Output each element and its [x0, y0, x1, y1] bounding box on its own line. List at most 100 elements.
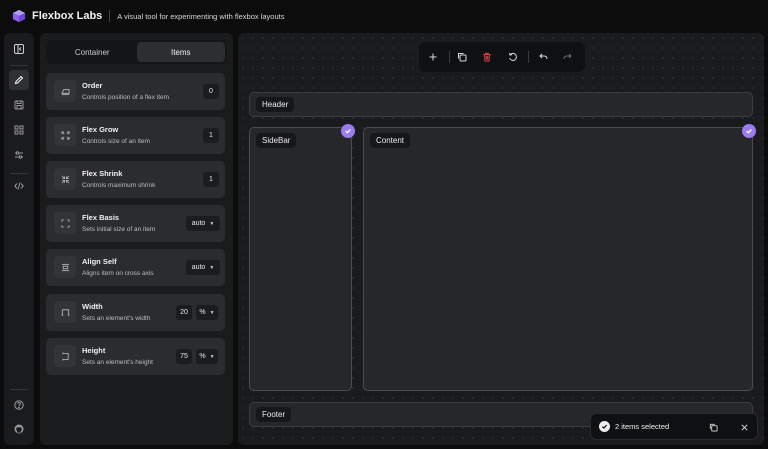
block-label-header: Header — [256, 97, 295, 112]
close-toast-button[interactable] — [738, 421, 750, 433]
check-circle-icon — [599, 421, 610, 432]
reset-button[interactable] — [505, 49, 521, 65]
app-subtitle: A visual tool for experimenting with fle… — [117, 11, 285, 21]
panel-toggle-button[interactable] — [9, 39, 29, 59]
tab-container[interactable]: Container — [48, 42, 137, 62]
property-description: Sets initial size of an item — [82, 226, 156, 233]
property-title: Flex Basis — [82, 213, 120, 222]
select-value: auto — [191, 220, 206, 227]
rail-divider — [10, 173, 28, 174]
height-input[interactable]: 75 — [176, 349, 192, 364]
block-label-sidebar: SideBar — [256, 133, 297, 148]
pencil-icon — [14, 75, 24, 85]
order-input[interactable]: 0 — [203, 84, 219, 99]
delete-icon — [483, 52, 491, 62]
duplicate-button[interactable] — [454, 49, 470, 65]
property-title: Width — [82, 302, 103, 311]
content-block[interactable]: Content — [363, 127, 753, 391]
flex-shrink-input[interactable]: 1 — [203, 172, 219, 187]
property-title: Align Self — [82, 257, 117, 266]
property-description: Controls size of an item — [82, 138, 150, 145]
height-unit-select[interactable]: % ▼ — [196, 349, 218, 364]
flex-grow-input[interactable]: 1 — [203, 128, 219, 143]
order-icon — [54, 80, 76, 102]
rail-divider — [10, 389, 28, 390]
top-bar: Flexbox Labs A visual tool for experimen… — [0, 0, 768, 32]
property-description: Aligns item on cross axis — [82, 270, 154, 277]
property-flex-shrink: Flex Shrink Controls maximum shrink 1 — [46, 161, 225, 198]
sidebar-block[interactable]: SideBar — [249, 127, 352, 391]
grid-icon — [14, 125, 24, 135]
duplicate-icon — [709, 423, 718, 432]
toolbar-divider — [449, 51, 450, 63]
code-icon — [14, 182, 24, 190]
duplicate-selection-button[interactable] — [707, 421, 719, 433]
github-link[interactable] — [9, 419, 29, 439]
code-button[interactable] — [9, 176, 29, 196]
selected-check-icon — [341, 124, 355, 138]
property-description: Sets an element's width — [82, 315, 151, 322]
block-label-content: Content — [370, 133, 411, 148]
flex-basis-select[interactable]: auto ▼ — [186, 216, 220, 231]
undo-button[interactable] — [535, 49, 551, 65]
canvas-toolbar — [419, 42, 585, 72]
add-button[interactable] — [425, 49, 441, 65]
selected-check-icon — [742, 124, 756, 138]
unit-value: % — [199, 353, 206, 360]
panel-tabs: Container Items — [46, 40, 227, 64]
width-input[interactable]: 20 — [176, 305, 192, 320]
rail-divider — [10, 65, 28, 66]
property-flex-grow: Flex Grow Controls size of an item 1 — [46, 117, 225, 154]
frame-corners-icon — [54, 212, 76, 234]
caret-down-icon: ▼ — [209, 353, 215, 360]
shrink-icon — [54, 168, 76, 190]
save-button[interactable] — [9, 95, 29, 115]
align-self-select[interactable]: auto ▼ — [186, 260, 220, 275]
cube-logo-icon — [12, 9, 26, 23]
selection-count: 2 items selected — [615, 422, 670, 431]
block-label-footer: Footer — [256, 407, 292, 422]
property-title: Flex Grow — [82, 125, 119, 134]
width-icon — [54, 301, 76, 323]
toolbar-divider — [528, 51, 529, 63]
close-icon — [740, 423, 748, 431]
redo-icon — [563, 53, 572, 60]
header-block[interactable]: Header — [249, 92, 753, 117]
save-icon — [14, 100, 24, 110]
duplicate-icon — [458, 53, 467, 62]
panel-toggle-icon — [14, 44, 24, 54]
selection-toast: 2 items selected — [590, 413, 758, 440]
unit-value: % — [199, 309, 206, 316]
caret-down-icon: ▼ — [209, 220, 215, 227]
property-align-self: Align Self Aligns item on cross axis aut… — [46, 249, 225, 286]
property-title: Order — [82, 81, 103, 90]
help-button[interactable] — [9, 395, 29, 415]
property-title: Height — [82, 346, 106, 355]
height-icon — [54, 345, 76, 367]
templates-button[interactable] — [9, 120, 29, 140]
property-height: Height Sets an element's height 75 % ▼ — [46, 338, 225, 375]
reset-icon — [509, 52, 517, 61]
expand-icon — [54, 124, 76, 146]
properties-panel: Container Items Order Controls position … — [40, 33, 233, 445]
property-title: Flex Shrink — [82, 169, 123, 178]
caret-down-icon: ▼ — [209, 264, 215, 271]
delete-button[interactable] — [479, 49, 495, 65]
property-flex-basis: Flex Basis Sets initial size of an item … — [46, 205, 225, 242]
sliders-icon — [15, 151, 23, 159]
github-icon — [14, 424, 24, 434]
property-description: Sets an element's height — [82, 359, 153, 366]
redo-button[interactable] — [560, 49, 576, 65]
help-icon — [14, 400, 24, 410]
add-icon — [429, 53, 437, 61]
width-unit-select[interactable]: % ▼ — [196, 305, 218, 320]
property-description: Controls position of a flex item — [82, 94, 170, 101]
title-divider — [109, 10, 111, 22]
edit-button[interactable] — [9, 70, 29, 90]
app-title: Flexbox Labs — [32, 10, 103, 22]
tab-items[interactable]: Items — [136, 42, 225, 62]
undo-icon — [539, 53, 548, 60]
settings-button[interactable] — [9, 145, 29, 165]
property-description: Controls maximum shrink — [82, 182, 156, 189]
property-width: Width Sets an element's width 20 % ▼ — [46, 294, 225, 331]
